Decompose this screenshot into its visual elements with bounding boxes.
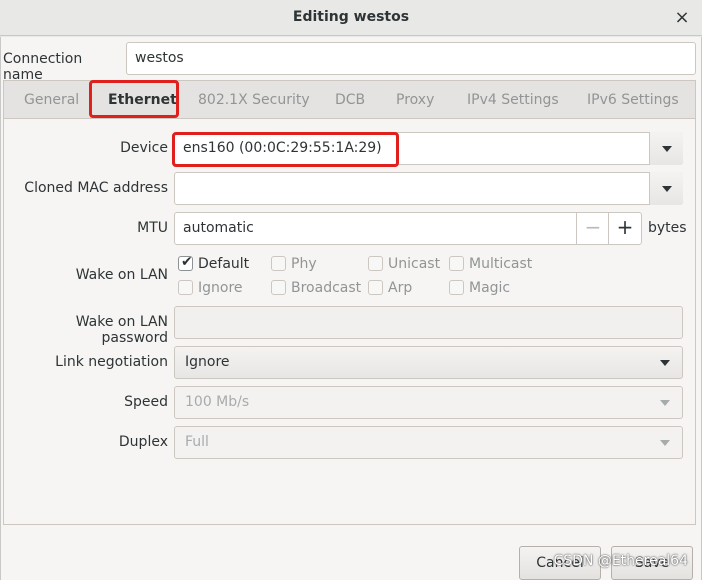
tab-proxy[interactable]: Proxy xyxy=(396,92,434,108)
chevron-down-icon xyxy=(662,186,672,192)
mtu-unit: bytes xyxy=(648,220,687,236)
link-negotiation-select[interactable]: Ignore xyxy=(174,346,683,379)
speed-select[interactable]: 100 Mb/s xyxy=(174,386,683,419)
wol-password-input[interactable] xyxy=(174,306,683,339)
wol-password-label: Wake on LAN password xyxy=(75,314,168,346)
device-dropdown-button[interactable] xyxy=(649,132,683,165)
cloned-mac-entry[interactable] xyxy=(174,172,683,205)
chevron-down-icon xyxy=(660,400,670,406)
device-label: Device xyxy=(120,140,168,156)
duplex-value: Full xyxy=(185,434,209,450)
cloned-mac-label: Cloned MAC address xyxy=(24,180,168,196)
duplex-select[interactable]: Full xyxy=(174,426,683,459)
device-highlight xyxy=(172,132,399,167)
mtu-increment-button[interactable]: + xyxy=(608,212,641,245)
wake-on-lan-label: Wake on LAN xyxy=(75,267,168,283)
cloned-mac-dropdown-button[interactable] xyxy=(649,172,683,205)
chevron-down-icon xyxy=(660,440,670,446)
mtu-label: MTU xyxy=(137,220,168,236)
tab-dcb[interactable]: DCB xyxy=(335,92,365,108)
chevron-down-icon xyxy=(662,146,672,152)
chevron-down-icon xyxy=(660,360,670,366)
link-negotiation-label: Link negotiation xyxy=(55,354,168,370)
link-negotiation-value: Ignore xyxy=(185,354,230,370)
check-icon: ✔ xyxy=(181,254,193,270)
title-bar: Editing westos × xyxy=(0,0,702,36)
window-title: Editing westos xyxy=(292,9,410,25)
tab-ipv6-settings[interactable]: IPv6 Settings xyxy=(587,92,679,108)
speed-value: 100 Mb/s xyxy=(185,394,250,410)
tab-8021x-security[interactable]: 802.1X Security xyxy=(198,92,310,108)
speed-label: Speed xyxy=(124,394,168,410)
duplex-label: Duplex xyxy=(118,434,168,450)
mtu-input[interactable]: automatic xyxy=(174,212,642,245)
tab-ipv4-settings[interactable]: IPv4 Settings xyxy=(467,92,559,108)
ethernet-tab-highlight xyxy=(89,80,179,118)
close-icon[interactable]: × xyxy=(670,6,694,30)
watermark: CSDN @Ethereal64 xyxy=(553,553,688,569)
connection-name-label: Connection name xyxy=(3,51,83,83)
tab-general[interactable]: General xyxy=(24,92,79,108)
connection-name-input[interactable]: westos xyxy=(126,42,696,75)
mtu-decrement-button[interactable]: − xyxy=(576,212,609,245)
